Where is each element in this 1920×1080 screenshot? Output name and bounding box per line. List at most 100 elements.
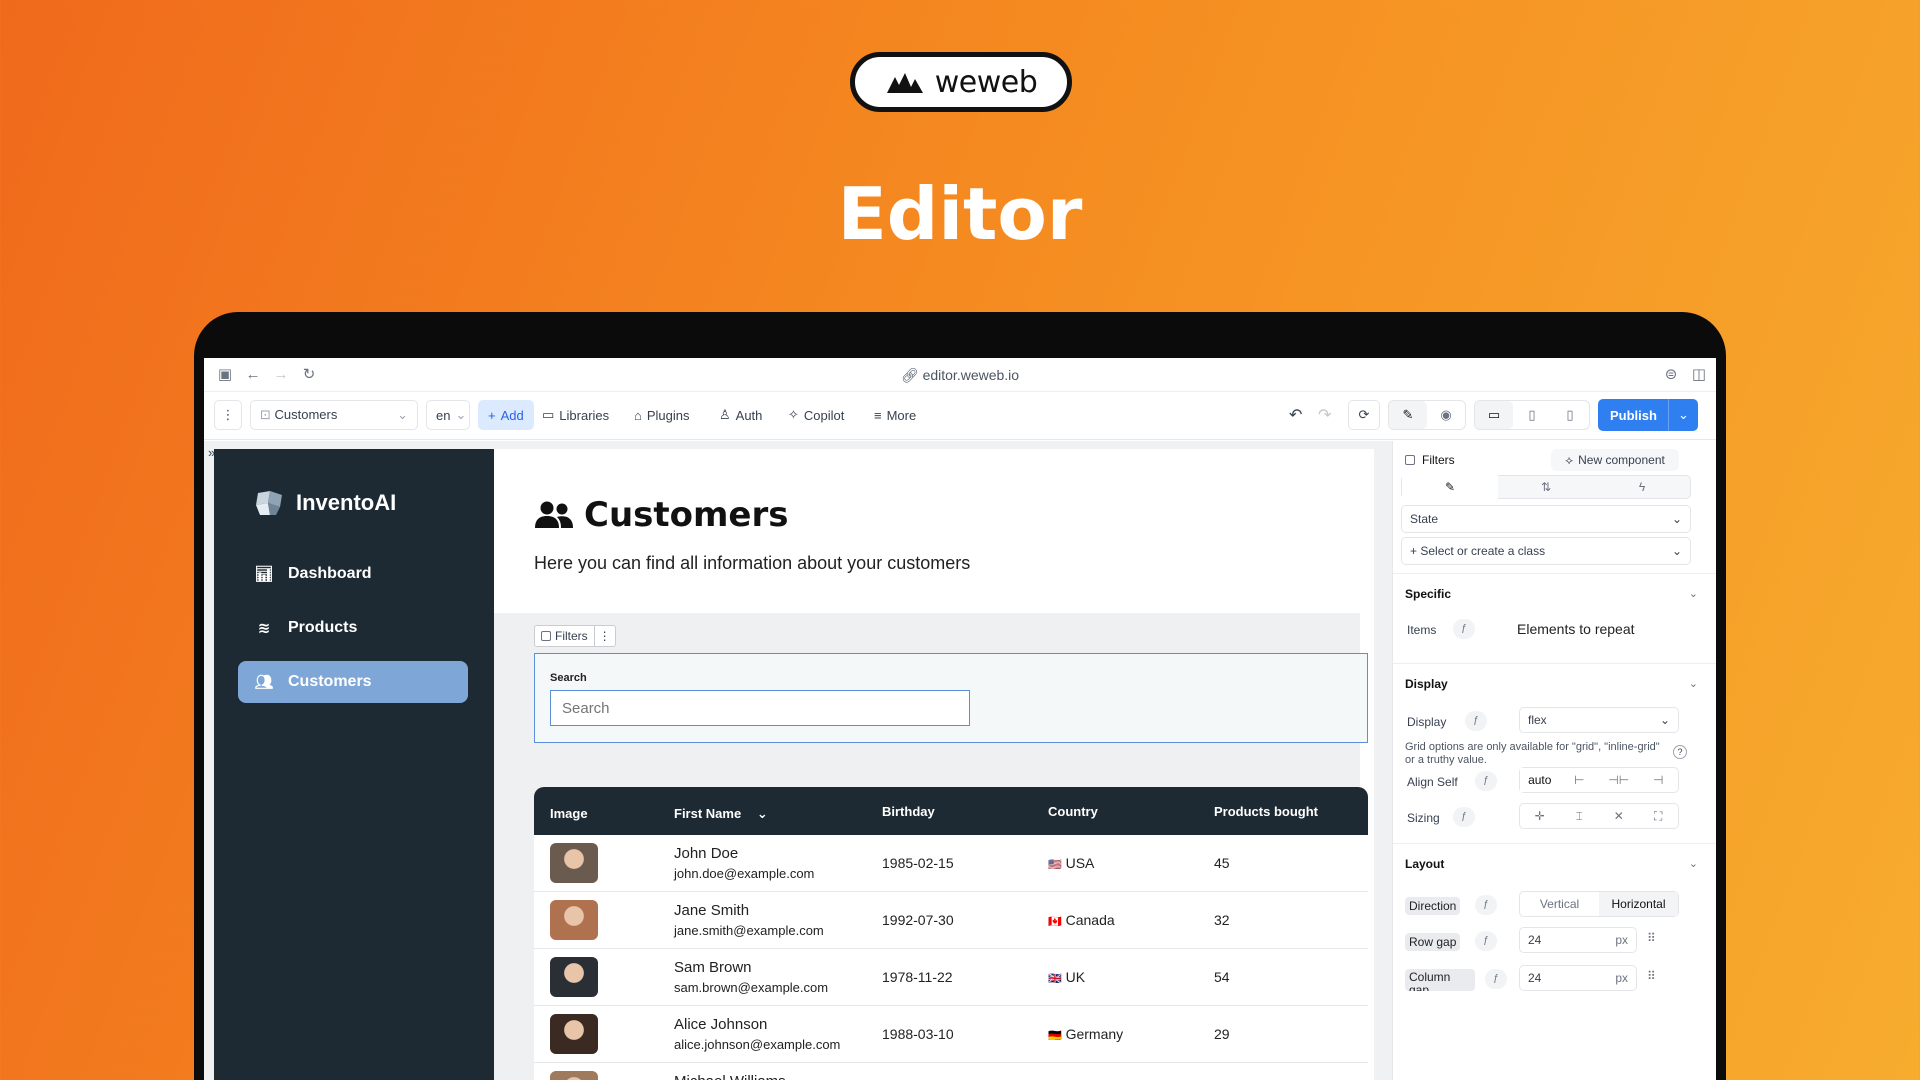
section-display[interactable]: Display — [1405, 677, 1448, 691]
flag-icon: 🇬🇧 — [1048, 973, 1062, 985]
sidebar-item-dashboard[interactable]: 📊︎ Dashboard — [238, 553, 468, 595]
chevron-down-icon: ⌄ — [1678, 407, 1689, 422]
url-bar[interactable]: 🔗︎ editor.weweb.io — [204, 367, 1716, 384]
name-cell: Sam Brown sam.brown@example.com — [674, 959, 828, 995]
bind-formula-icon[interactable]: ƒ — [1485, 969, 1507, 989]
search-container[interactable]: Search — [534, 653, 1368, 743]
breakpoint-toggle: ▭ ▯ ▯ — [1474, 400, 1590, 430]
sparkle-icon: ✧ — [788, 407, 799, 422]
chevron-down-icon[interactable]: ⌄ — [1689, 857, 1698, 870]
class-select[interactable]: + Select or create a class ⌄ — [1401, 537, 1691, 565]
row-gap-unit[interactable]: px — [1615, 933, 1628, 947]
table-row[interactable]: Alice Johnson alice.johnson@example.com 19… — [534, 1006, 1368, 1063]
lang-select[interactable]: en ⌄ — [426, 400, 470, 430]
country-cell: 🇺🇸 USA — [1048, 855, 1094, 871]
undo-icon[interactable]: ↶ — [1289, 400, 1302, 430]
name-cell: Jane Smith jane.smith@example.com — [674, 902, 824, 938]
page-select[interactable]: ⊡ Customers ⌄ — [250, 400, 418, 430]
selected-element-name: Filters — [1405, 453, 1455, 467]
table-row[interactable]: Michael Williams — [534, 1063, 1368, 1080]
filters-element-chip[interactable]: Filters ⋮ — [534, 625, 616, 647]
menu-button[interactable]: ⋮ — [214, 400, 242, 430]
lock-icon: ⊡ — [260, 407, 275, 422]
align-auto-option[interactable]: auto — [1520, 768, 1560, 792]
new-component-button[interactable]: ⟡ New component — [1551, 449, 1679, 471]
country-name: Germany — [1065, 1026, 1124, 1042]
bind-formula-icon[interactable]: ƒ — [1453, 619, 1475, 639]
edit-pencil-icon[interactable]: ✎ — [1389, 401, 1427, 429]
bind-formula-icon[interactable]: ƒ — [1465, 711, 1487, 731]
add-button[interactable]: + Add — [478, 400, 534, 430]
publish-button[interactable]: Publish — [1598, 399, 1669, 431]
search-input[interactable] — [550, 690, 970, 726]
column-gap-unit[interactable]: px — [1615, 971, 1628, 985]
column-header-first-name[interactable]: First Name ⌄ — [674, 806, 768, 822]
drag-handle-icon[interactable]: ⠿ — [1647, 931, 1656, 945]
birthday-cell: 1978-11-22 — [882, 969, 953, 985]
bind-formula-icon[interactable]: ƒ — [1475, 931, 1497, 951]
publish-options-button[interactable]: ⌄ — [1668, 399, 1698, 431]
mobile-icon[interactable]: ▯ — [1551, 407, 1589, 423]
extensions-icon[interactable]: ⊜ — [1662, 366, 1680, 384]
section-layout[interactable]: Layout — [1405, 857, 1444, 871]
help-icon[interactable]: ? — [1673, 745, 1687, 759]
drag-handle-icon[interactable]: ⠿ — [1647, 969, 1656, 983]
table-row[interactable]: Sam Brown sam.brown@example.com 1978-11-22… — [534, 949, 1368, 1006]
direction-horizontal-option[interactable]: Horizontal — [1599, 892, 1678, 916]
app-brand: InventoAI — [254, 489, 396, 517]
chevron-down-icon: ⌄ — [1671, 512, 1682, 526]
display-select[interactable]: flex ⌄ — [1519, 707, 1679, 733]
direction-vertical-option[interactable]: Vertical — [1520, 897, 1599, 911]
sizing-stretch-icon[interactable]: ⌶ — [1560, 809, 1600, 824]
plugins-button[interactable]: ⌂ Plugins — [634, 400, 690, 430]
table-row[interactable]: John Doe john.doe@example.com 1985-02-15 🇺🇸… — [534, 835, 1368, 892]
column-header-country[interactable]: Country — [1048, 804, 1098, 819]
kebab-icon[interactable]: ⋮ — [595, 629, 615, 643]
desktop-icon[interactable]: ▭ — [1475, 401, 1513, 429]
bind-formula-icon[interactable]: ƒ — [1453, 807, 1475, 827]
customers-table: Image First Name ⌄ Birthday Country Prod… — [534, 787, 1368, 1080]
row-gap-input[interactable]: 24 px — [1519, 927, 1637, 953]
tab-settings-sliders-icon[interactable]: ⇅ — [1498, 480, 1594, 494]
items-value[interactable]: Elements to repeat — [1517, 621, 1635, 637]
tablet-icon[interactable]: ▯ — [1513, 407, 1551, 423]
chevron-down-icon: ⌄ — [1659, 713, 1670, 727]
name-cell: John Doe john.doe@example.com — [674, 845, 814, 881]
editor-toolbar: ⋮ ⊡ Customers ⌄ en ⌄ + Add ▭ Libraries ⌂ Plu… — [204, 392, 1716, 440]
filters-chip-label: Filters — [535, 626, 595, 646]
refresh-button[interactable]: ⟳ — [1348, 400, 1380, 430]
sidebar-item-products[interactable]: ≋ Products — [238, 607, 468, 649]
chevron-down-icon[interactable]: ⌄ — [1689, 587, 1698, 600]
libraries-button[interactable]: ▭ Libraries — [542, 400, 609, 430]
align-end-icon[interactable]: ⊣ — [1639, 773, 1679, 787]
section-specific[interactable]: Specific — [1405, 587, 1451, 601]
chevron-down-icon[interactable]: ⌄ — [1689, 677, 1698, 690]
table-row[interactable]: Jane Smith jane.smith@example.com 1992-07-… — [534, 892, 1368, 949]
tab-style-pencil-icon[interactable]: ✎ — [1402, 475, 1498, 499]
country-cell: 🇩🇪 Germany — [1048, 1026, 1123, 1042]
auth-button[interactable]: ♙ Auth — [719, 400, 762, 430]
flag-icon: 🇩🇪 — [1048, 1030, 1062, 1042]
page-title: Customers — [534, 495, 789, 535]
state-select[interactable]: State ⌄ — [1401, 505, 1691, 533]
bind-formula-icon[interactable]: ƒ — [1475, 895, 1497, 915]
tab-workflows-bolt-icon[interactable]: ϟ — [1594, 480, 1690, 494]
chevron-down-icon: ⌄ — [397, 407, 408, 422]
column-gap-input[interactable]: 24 px — [1519, 965, 1637, 991]
sizing-fit-icon[interactable]: ✛ — [1520, 809, 1560, 823]
column-header-products-bought[interactable]: Products bought — [1214, 804, 1318, 819]
redo-icon[interactable]: ↷ — [1318, 400, 1331, 430]
align-start-icon[interactable]: ⊢ — [1560, 773, 1600, 787]
column-header-image[interactable]: Image — [550, 806, 588, 821]
plus-icon: + — [1410, 544, 1421, 558]
split-view-icon[interactable]: ◫ — [1690, 366, 1708, 384]
column-header-birthday[interactable]: Birthday — [882, 804, 935, 819]
preview-eye-icon[interactable]: ◉ — [1427, 407, 1465, 423]
sizing-fill-icon[interactable]: ⛶ — [1639, 809, 1679, 824]
bind-formula-icon[interactable]: ƒ — [1475, 771, 1497, 791]
align-center-icon[interactable]: ⊣⊢ — [1599, 773, 1639, 787]
sidebar-item-customers[interactable]: 👥︎ Customers — [238, 661, 468, 703]
copilot-button[interactable]: ✧ Copilot — [788, 400, 844, 430]
sizing-none-icon[interactable]: ✕ — [1599, 809, 1639, 823]
more-button[interactable]: ≡ More — [874, 400, 916, 430]
